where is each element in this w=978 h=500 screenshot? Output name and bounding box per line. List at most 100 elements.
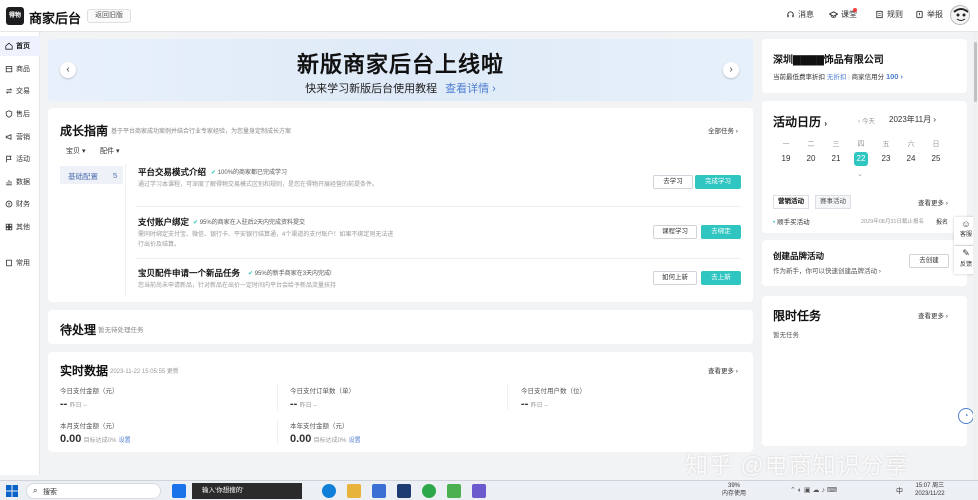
app-icon[interactable]	[397, 484, 411, 498]
set-target-link[interactable]: 设置	[349, 438, 361, 444]
sidebar-item-other[interactable]: 其他	[0, 217, 40, 237]
weekday-label: 二	[807, 141, 815, 148]
category-basic-config[interactable]: 基础配置 5	[60, 166, 123, 184]
avatar[interactable]	[950, 5, 970, 25]
sidebar-item-label: 首页	[16, 43, 30, 50]
calendar-more-link[interactable]: 查看更多 ›	[918, 197, 948, 207]
browser-app-icon[interactable]	[322, 484, 336, 498]
expand-calendar-icon[interactable]: ⌄	[857, 170, 863, 178]
limited-more-link[interactable]: 查看更多 ›	[918, 310, 948, 320]
check-icon: ✔	[211, 170, 217, 176]
graduation-cap-icon	[829, 11, 838, 18]
calendar-day[interactable]: 19	[779, 152, 793, 166]
sidebar-item-home[interactable]: 首页	[0, 36, 40, 56]
learn-button[interactable]: 去学习	[653, 175, 693, 189]
tab-competition-activity[interactable]: 赛事活动	[815, 195, 851, 209]
event-date: 2029年08月31日截止报名	[861, 219, 924, 225]
app-icon[interactable]	[472, 484, 486, 498]
chevron-right-icon[interactable]: ›	[933, 115, 936, 124]
app-icon[interactable]	[422, 484, 436, 498]
calendar-day[interactable]: 23	[879, 152, 893, 166]
nav-rules[interactable]: 规则	[875, 9, 903, 20]
file-explorer-icon[interactable]	[347, 484, 361, 498]
sidebar-item-trade[interactable]: 交易	[0, 81, 40, 101]
sidebar-item-marketing[interactable]: 营销	[0, 127, 40, 147]
promo-banner[interactable]: 新版商家后台上线啦 快来学习新版后台使用教程 查看详情 › ‹ ›	[48, 39, 753, 101]
metric-divider	[507, 384, 508, 410]
taskbar-search[interactable]: ⌕ 搜索	[26, 483, 161, 499]
sidebar-item-label: 交易	[16, 88, 30, 95]
nav-messages[interactable]: 消息	[786, 9, 814, 20]
taskbar-input[interactable]: 输入'你想搜的'	[192, 483, 302, 499]
complete-learning-button[interactable]: 完成学习	[695, 175, 741, 189]
wechat-icon[interactable]	[447, 484, 461, 498]
calendar-day-today[interactable]: 22	[854, 152, 868, 166]
course-learn-button[interactable]: 课程学习	[653, 225, 697, 239]
calendar-day[interactable]: 20	[804, 152, 818, 166]
tab-accessories[interactable]: 配件 ▾	[100, 146, 119, 156]
how-to-list-button[interactable]: 如何上新	[653, 271, 697, 285]
metric-year-amount: 本年支付金额（元） 0.00 目标达成0% 设置	[290, 420, 361, 445]
tab-marketing-activity[interactable]: 营销活动	[773, 195, 809, 209]
notification-dot	[853, 8, 857, 12]
windows-start-icon[interactable]	[6, 485, 18, 497]
set-target-link[interactable]: 设置	[119, 438, 131, 444]
metric-label: 本月支付金额（元）	[60, 423, 119, 430]
sidebar-item-activity[interactable]: 活动	[0, 149, 40, 169]
list-new-button[interactable]: 去上新	[701, 271, 741, 285]
taskbar-search-label: 搜索	[43, 489, 57, 496]
discount-value[interactable]: 无折扣	[827, 74, 847, 81]
sidebar-item-finance[interactable]: 财务	[0, 194, 40, 214]
memory-usage: 39% 内存使用	[722, 482, 746, 498]
scrollbar-thumb[interactable]	[974, 42, 977, 102]
month-label: 2023年11月	[889, 115, 932, 124]
ime-indicator[interactable]: 中	[896, 486, 903, 496]
app-logo[interactable]: 得物	[6, 7, 24, 25]
realtime-updated: 2023-11-22 15:05:55 更新	[110, 369, 179, 375]
task-badge: ✔ 95%的新手商家在3天内完成!	[248, 268, 332, 277]
sidebar-item-aftersale[interactable]: 售后	[0, 104, 40, 124]
today-button[interactable]: ‹ 今天	[858, 115, 875, 125]
calendar-day[interactable]: 25	[929, 152, 943, 166]
company-name: 深圳▇▇▇▇饰品有限公司	[773, 55, 884, 66]
clock[interactable]: 15:07 周三 2023/11/22	[915, 482, 945, 498]
sidebar-item-data[interactable]: 数据	[0, 172, 40, 192]
nav-report[interactable]: 举报	[915, 9, 943, 20]
banner-next-button[interactable]: ›	[723, 62, 739, 78]
app-icon[interactable]	[372, 484, 386, 498]
scrollbar-track[interactable]	[973, 32, 978, 480]
tab-baobei[interactable]: 宝贝 ▾	[66, 146, 85, 156]
banner-prev-button[interactable]: ‹	[60, 62, 76, 78]
credit-score[interactable]: 100 ›	[886, 72, 903, 81]
event-item[interactable]: • 顺手买活动	[773, 216, 810, 226]
limited-tasks-card: 限时任务 查看更多 › 暂无任务	[762, 296, 967, 446]
brand-activity-desc[interactable]: 作为新手，你可以快速创建品牌活动 ›	[773, 265, 881, 275]
bind-account-button[interactable]: 去绑定	[701, 225, 741, 239]
weekday-label: 四	[857, 141, 865, 148]
sidebar-item-label: 其他	[16, 224, 30, 231]
memory-percent: 39%	[728, 483, 741, 489]
search-icon: ⌕	[33, 486, 38, 495]
weekday-label: 五	[882, 141, 890, 148]
edge-app-icon[interactable]	[172, 484, 186, 498]
sidebar-item-label: 活动	[16, 156, 30, 163]
calendar-day[interactable]: 21	[829, 152, 843, 166]
banner-more-link[interactable]: 查看详情 ›	[445, 83, 496, 95]
category-label: 基础配置	[68, 172, 98, 181]
sidebar-item-favorites[interactable]: 常用	[0, 253, 40, 273]
create-brand-activity-button[interactable]: 去创建	[909, 254, 949, 268]
metric-compare: 昨日 --	[530, 403, 549, 409]
calendar-day[interactable]: 24	[904, 152, 918, 166]
assistant-icon[interactable]: ◔	[958, 408, 974, 424]
old-version-button[interactable]: 返回旧版	[87, 9, 131, 23]
calendar-title: 活动日历 ›	[773, 113, 827, 130]
grid-icon	[5, 223, 13, 231]
event-signup-link[interactable]: 报名	[936, 217, 948, 226]
realtime-more-link[interactable]: 查看更多 ›	[708, 365, 738, 375]
sidebar-item-products[interactable]: 商品	[0, 59, 40, 79]
tray-icons[interactable]: ⌃ ◐ ▣ ☁ ♪ ⌨	[790, 486, 837, 494]
all-tasks-link[interactable]: 全部任务 ›	[708, 125, 738, 135]
task-badge: ✔ 100%的商家都已完成学习	[211, 167, 287, 176]
limited-title: 限时任务	[773, 309, 822, 323]
coin-icon	[5, 200, 13, 208]
